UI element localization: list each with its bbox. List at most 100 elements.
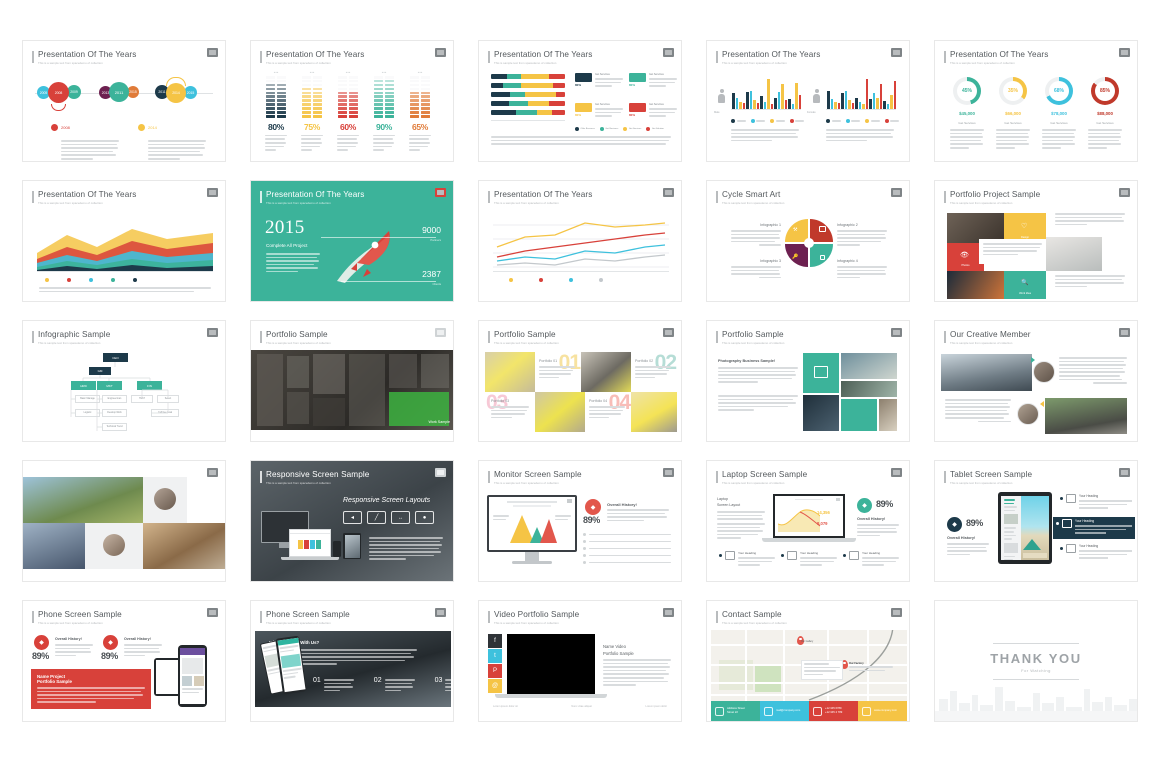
contact-text: mail@company.com bbox=[776, 708, 801, 712]
mail-icon[interactable]: @ bbox=[488, 679, 502, 693]
side-paragraph bbox=[1055, 275, 1125, 289]
step-item[interactable]: 03 bbox=[435, 677, 453, 693]
column-group[interactable] bbox=[855, 78, 869, 109]
kpi-card[interactable]: 80% Get Services bbox=[629, 73, 677, 87]
kpi-card[interactable]: 80% Get Services bbox=[575, 73, 623, 87]
slide-thumbnail-22[interactable]: Phone Screen Sample This is a sample tex… bbox=[250, 600, 454, 722]
portfolio-card-03[interactable]: 03 Portfolio 03 bbox=[485, 391, 535, 432]
kpi-label: Overall History! bbox=[607, 502, 637, 507]
feature-item[interactable]: Your Heading bbox=[843, 551, 899, 568]
slide-thumbnail-25[interactable]: THANK YOU For Watching bbox=[934, 600, 1138, 722]
stacked-bar-column[interactable]: ●●● 75% bbox=[301, 71, 323, 153]
hbar-row[interactable] bbox=[491, 110, 565, 115]
slide-thumbnail-5[interactable]: Presentation Of The Years This is a samp… bbox=[934, 40, 1138, 162]
resize-icon[interactable]: ↔ bbox=[391, 511, 410, 524]
slide-thumbnail-14[interactable]: Portfolio Sample This is sample text fro… bbox=[706, 320, 910, 442]
column-group[interactable] bbox=[760, 78, 774, 109]
kpi-label: Overall History! bbox=[947, 536, 976, 540]
timeline-bubble[interactable]: 2009 bbox=[67, 85, 81, 99]
slide-thumbnail-18[interactable]: Monitor Screen Sample This is a sample t… bbox=[478, 460, 682, 582]
pinterest-icon[interactable]: P bbox=[488, 664, 502, 678]
column-group[interactable] bbox=[827, 91, 841, 109]
slide-thumbnail-9[interactable]: Cycle Smart Art This is sample text from… bbox=[706, 180, 910, 302]
chat-icon[interactable]: ● bbox=[415, 511, 434, 524]
slide-thumbnail-2[interactable]: Presentation Of The Years This is a samp… bbox=[250, 40, 454, 162]
key-icon: 🔑 bbox=[792, 254, 799, 260]
feature-item[interactable]: Your Heading bbox=[781, 551, 837, 568]
slide-thumbnail-6[interactable]: Presentation Of The Years This is a samp… bbox=[22, 180, 226, 302]
slide-thumbnail-16[interactable] bbox=[22, 460, 226, 582]
rocket-icon[interactable]: ◂ bbox=[343, 511, 362, 524]
triangle-chart bbox=[510, 515, 557, 543]
hbar-row[interactable] bbox=[491, 74, 565, 79]
feature-icon-tile[interactable] bbox=[803, 353, 839, 393]
facebook-icon[interactable]: f bbox=[488, 634, 502, 648]
slide-thumbnail-3[interactable]: Presentation Of The Years This is sample… bbox=[478, 40, 682, 162]
slide-thumbnail-1[interactable]: Presentation Of The Years This is a samp… bbox=[22, 40, 226, 162]
feature-row: Your Heading Your Heading Your Heading bbox=[719, 551, 899, 568]
slide-thumbnail-19[interactable]: Laptop Screen Sample This is sample text… bbox=[706, 460, 910, 582]
presentation-badge-icon bbox=[435, 48, 446, 57]
map-view[interactable]: Our Gallery Our Factory bbox=[711, 630, 907, 702]
photo-grid-backdrop: Work Sample bbox=[251, 350, 453, 430]
portfolio-card-04[interactable]: 04 Portfolio 04 bbox=[585, 391, 631, 432]
step-item[interactable]: 02 bbox=[374, 677, 415, 693]
donut-chart[interactable]: 85% bbox=[1091, 77, 1119, 105]
timeline-bubble[interactable]: 2008 bbox=[48, 82, 69, 103]
timeline-bubble[interactable]: 2014 bbox=[166, 83, 186, 103]
slide-thumbnail-23[interactable]: Video Portfolio Sample This is a sample … bbox=[478, 600, 682, 722]
feature-item[interactable]: Your Heading bbox=[719, 551, 775, 568]
kpi-card[interactable]: 80% Get Services bbox=[575, 103, 623, 117]
contact-bar[interactable]: www.company.com bbox=[858, 701, 907, 721]
thank-you-headline: THANK YOU bbox=[990, 650, 1082, 666]
column-group[interactable] bbox=[869, 84, 883, 109]
feature-item[interactable]: Your Heading bbox=[1057, 542, 1135, 564]
slide-thumbnail-13[interactable]: Portfolio Sample This is a sample text f… bbox=[478, 320, 682, 442]
feature-item[interactable]: Your Heading bbox=[1057, 492, 1135, 514]
kpi-card[interactable]: 80% Get Services bbox=[629, 103, 677, 117]
legend-dot-icon bbox=[89, 278, 93, 282]
contact-bar[interactable]: mail@company.com bbox=[760, 701, 809, 721]
hbar-row[interactable] bbox=[491, 92, 565, 97]
work-idea-tile[interactable]: 🔍 Work Idea bbox=[1004, 271, 1046, 299]
twitter-icon[interactable]: t bbox=[488, 649, 502, 663]
slide-thumbnail-12[interactable]: Portfolio Sample This is a sample text f… bbox=[250, 320, 454, 442]
stacked-bar-column[interactable]: ●●● 60% bbox=[337, 71, 359, 153]
column-group[interactable] bbox=[788, 83, 802, 109]
list-item bbox=[583, 533, 671, 536]
step-item[interactable]: 01 bbox=[313, 677, 354, 693]
stacked-bar-column[interactable]: ●●● 65% bbox=[409, 71, 431, 153]
slide-thumbnail-11[interactable]: Infographic Sample This is sample text f… bbox=[22, 320, 226, 442]
column-group[interactable] bbox=[841, 91, 855, 109]
contact-bar[interactable]: Address Street Street 22 bbox=[711, 701, 760, 721]
slide-thumbnail-17[interactable]: Responsive Screen Sample This is a sampl… bbox=[250, 460, 454, 582]
stacked-bar-column[interactable]: ●●● 80% bbox=[265, 71, 287, 153]
contact-bar[interactable]: +12 345 6789 +12 345 4 789 bbox=[809, 701, 858, 721]
column-group[interactable] bbox=[732, 93, 746, 109]
portfolio-card-01[interactable]: 01 Portfolio 01 bbox=[535, 351, 581, 392]
pencil-icon[interactable]: ╱ bbox=[367, 511, 386, 524]
slide-thumbnail-4[interactable]: Presentation Of The Years This is a samp… bbox=[706, 40, 910, 162]
slide-thumbnail-24[interactable]: Contact Sample This is a sample text fro… bbox=[706, 600, 910, 722]
column-group[interactable] bbox=[883, 80, 897, 109]
feature-item[interactable]: Your Heading bbox=[1053, 517, 1135, 539]
hbar-row[interactable] bbox=[491, 83, 565, 88]
slide-thumbnail-21[interactable]: Phone Screen Sample This is a sample tex… bbox=[22, 600, 226, 722]
timeline-bubble[interactable]: 2011 bbox=[109, 82, 129, 102]
column-group[interactable] bbox=[746, 91, 760, 109]
donut-label: Get Services bbox=[1004, 121, 1022, 125]
portfolio-card-02[interactable]: 02 Portfolio 02 bbox=[631, 351, 677, 392]
slide-thumbnail-8[interactable]: Presentation Of The Years This is a samp… bbox=[478, 180, 682, 302]
slide-thumbnail-7[interactable]: Presentation Of The Years This is a samp… bbox=[250, 180, 454, 302]
slide-thumbnail-10[interactable]: Portfolio Project Sample This is sample … bbox=[934, 180, 1138, 302]
donut-chart[interactable]: 68% bbox=[1045, 77, 1073, 105]
stacked-bar-column[interactable]: ●●● 90% bbox=[373, 71, 395, 153]
donut-chart[interactable]: 45% bbox=[953, 77, 981, 105]
slide-thumbnail-20[interactable]: Tablet Screen Sample This is sample text… bbox=[934, 460, 1138, 582]
donut-chart[interactable]: 35% bbox=[999, 77, 1027, 105]
slide-thumbnail-15[interactable]: Our Creative Member This is sample text … bbox=[934, 320, 1138, 442]
project-banner[interactable]: Name Project Portfolio Sample bbox=[31, 669, 151, 709]
hbar-row[interactable] bbox=[491, 101, 565, 106]
kpi-body bbox=[55, 644, 93, 658]
column-group[interactable] bbox=[774, 84, 788, 109]
